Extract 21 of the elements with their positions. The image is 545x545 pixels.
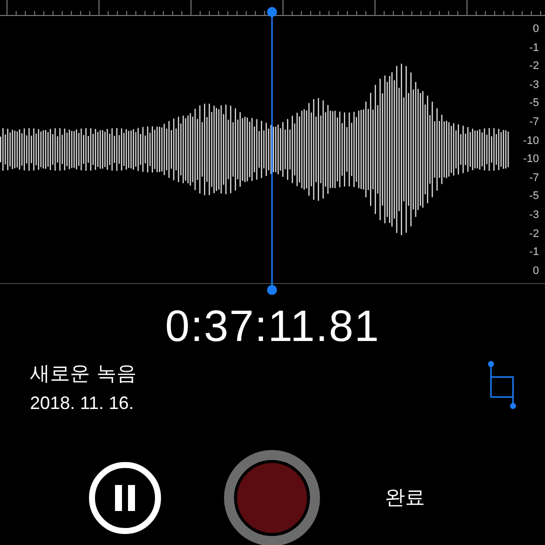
decibel-label: -10	[523, 154, 539, 166]
decibel-label: -3	[529, 210, 539, 221]
recording-title: 새로운 녹음	[30, 360, 136, 387]
done-button[interactable]: 완료	[385, 484, 425, 512]
elapsed-time: 0:37:11.81	[164, 302, 381, 352]
decibel-label: 0	[532, 266, 539, 277]
decibel-label: -1	[529, 247, 539, 258]
decibel-label: -2	[529, 61, 539, 72]
decibel-label: -7	[529, 116, 539, 128]
recording-date: 2018. 11. 16.	[30, 392, 135, 414]
decibel-label: -5	[529, 98, 539, 110]
pause-icon	[113, 484, 137, 511]
playhead[interactable]	[266, 6, 278, 296]
decibel-label: -10	[523, 136, 539, 147]
decibel-label: -7	[529, 172, 539, 184]
decibel-label: -3	[529, 80, 539, 91]
decibel-label: -5	[529, 191, 539, 202]
decibel-label: -2	[529, 228, 539, 240]
decibel-label: -1	[529, 42, 539, 54]
decibel-label: 0	[532, 24, 539, 35]
trim-icon[interactable]	[487, 360, 517, 410]
